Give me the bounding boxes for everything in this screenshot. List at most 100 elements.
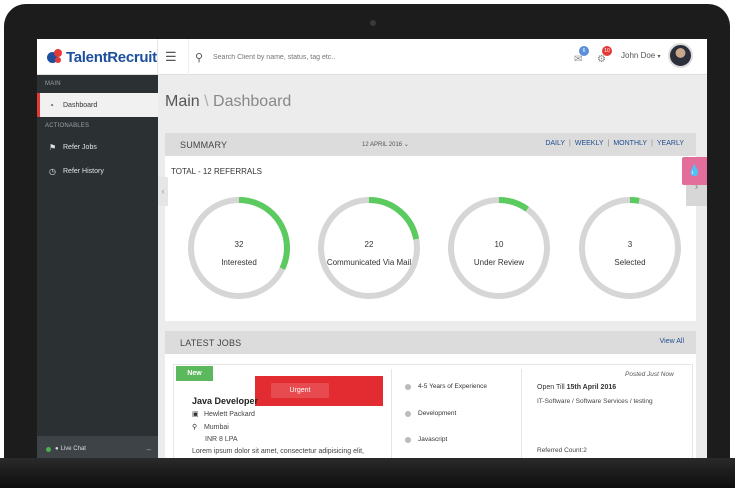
brand-name: TalentRecruit — [66, 48, 157, 66]
logo-icon — [47, 49, 63, 65]
divider — [521, 369, 522, 459]
job-salary: INR 8 LPA — [205, 436, 238, 443]
live-chat-label: Live Chat — [60, 446, 86, 452]
job-description: Lorem ipsum dolor sit amet, consectetur … — [192, 448, 364, 455]
stat-donut-communicated: 22 Communicated Via Mail — [316, 195, 422, 301]
user-icon: ● — [55, 446, 59, 452]
job-location: ⚲ Mumbai — [192, 423, 229, 431]
summary-header: SUMMARY 12 APRIL 2016 ⌄ DAILY | WEEKLY | MON… — [165, 133, 696, 156]
range-weekly[interactable]: WEEKLY — [575, 140, 604, 147]
open-till-date: 15th April 2016 — [566, 384, 617, 391]
stat-value: 22 — [364, 240, 374, 249]
sidebar-item-refer-jobs[interactable]: ⚑ Refer Jobs — [37, 135, 158, 159]
laptop-frame: TalentRecruit ☰ ⚲ ✉ 6 ⚙ 10 John Doe ▾ MA… — [4, 4, 730, 488]
app-screen: TalentRecruit ☰ ⚲ ✉ 6 ⚙ 10 John Doe ▾ MA… — [37, 39, 707, 462]
sidebar-section-actionables: ACTIONABLES — [45, 123, 90, 129]
carousel-prev-button[interactable]: ‹ — [158, 177, 168, 206]
page-title-main: Main — [165, 93, 200, 110]
summary-card: SUMMARY 12 APRIL 2016 ⌄ DAILY | WEEKLY | MON… — [165, 133, 696, 321]
date-selector[interactable]: 12 APRIL 2016 ⌄ — [362, 141, 409, 148]
dashboard-icon: ◔ — [49, 100, 54, 110]
brand-logo[interactable]: TalentRecruit — [37, 39, 158, 75]
main-content: Main \ Dashboard SUMMARY 12 APRIL 2016 ⌄… — [158, 75, 707, 462]
search-bar: ⚲ — [188, 39, 548, 75]
water-drop-icon[interactable]: 💧 — [682, 157, 707, 185]
user-name: John Doe — [621, 51, 656, 60]
range-yearly[interactable]: YEARLY — [657, 140, 684, 147]
sidebar: MAIN ◔ Dashboard ACTIONABLES ⚑ Refer Job… — [37, 75, 158, 462]
envelope-icon: ✉ — [574, 54, 583, 65]
page-title: Main \ Dashboard — [165, 93, 291, 111]
total-referrals: TOTAL - 12 REFERRALS — [171, 167, 262, 176]
bullet-icon — [405, 410, 411, 417]
referred-count: Referred Count:2 — [537, 447, 587, 454]
bullet-icon — [405, 436, 411, 443]
chevron-down-icon: ▾ — [657, 54, 661, 60]
stat-value: 3 — [627, 240, 633, 249]
latest-jobs-header: LATEST JOBS View All — [165, 331, 696, 354]
sidebar-item-refer-history[interactable]: ◷ Refer History — [37, 159, 158, 183]
view-all-link[interactable]: View All — [660, 338, 684, 345]
bullet-icon — [405, 383, 411, 390]
search-input[interactable] — [213, 53, 513, 61]
page-title-sub: Dashboard — [213, 93, 292, 110]
sidebar-item-label: Refer History — [63, 167, 104, 175]
laptop-base — [0, 458, 735, 488]
stat-label: Interested — [221, 258, 257, 267]
camera — [370, 20, 376, 26]
map-pin-icon: ⚲ — [192, 424, 198, 431]
open-till-label: Open Till — [537, 384, 567, 391]
flag-icon: ⚑ — [49, 142, 57, 152]
clock-icon: ◷ — [49, 166, 56, 176]
divider — [391, 369, 392, 459]
job-title[interactable]: Java Developer — [192, 396, 258, 406]
stat-donut-interested: 32 Interested — [186, 195, 292, 301]
requirement-item: 4-5 Years of Experience — [405, 383, 487, 390]
stat-label: Selected — [614, 258, 646, 267]
requirement-text: Development — [418, 410, 457, 417]
search-icon[interactable]: ⚲ — [195, 51, 207, 64]
latest-jobs-title: LATEST JOBS — [180, 337, 242, 348]
menu-icon[interactable]: ☰ — [165, 50, 179, 64]
requirement-item: Development — [405, 410, 456, 417]
posted-time: Posted Just Now — [625, 371, 674, 378]
briefcase-icon: ▣ — [192, 411, 199, 418]
range-selector: DAILY | WEEKLY | MONTHLY | YEARLY — [545, 140, 684, 147]
summary-title: SUMMARY — [180, 139, 228, 150]
date-value: 12 APRIL 2016 — [362, 142, 403, 148]
new-badge: New — [176, 366, 213, 381]
job-company: ▣ Hewlett Packard — [192, 410, 255, 418]
requirement-item: Javascript — [405, 436, 447, 443]
online-status-icon — [46, 446, 51, 452]
stat-label: Communicated Via Mail — [326, 258, 412, 267]
stat-label: Under Review — [473, 258, 525, 267]
notifications-button[interactable]: ⚙ 10 — [595, 46, 612, 66]
stat-donut-under-review: 10 Under Review — [446, 195, 552, 301]
avatar[interactable] — [668, 43, 693, 68]
stat-value: 32 — [234, 240, 244, 249]
urgent-banner: Urgent — [255, 376, 383, 406]
range-monthly[interactable]: MONTHLY — [613, 140, 647, 147]
notifications-badge: 10 — [602, 46, 612, 56]
company-name: Hewlett Packard — [203, 411, 255, 418]
messages-badge: 6 — [579, 46, 589, 56]
messages-button[interactable]: ✉ 6 — [572, 46, 589, 66]
open-till: Open Till 15th April 2016 — [537, 384, 616, 391]
job-category: IT-Software / Software Services / testin… — [537, 398, 653, 405]
requirement-text: Javascript — [418, 436, 448, 443]
chevron-down-icon: ⌄ — [403, 142, 409, 148]
sidebar-item-label: Refer Jobs — [63, 143, 97, 151]
urgent-button[interactable]: Urgent — [271, 383, 329, 398]
minimize-icon[interactable]: – — [147, 445, 151, 454]
user-menu[interactable]: John Doe ▾ — [621, 51, 661, 60]
latest-jobs-card: LATEST JOBS View All New Urgent Java Dev… — [165, 331, 696, 462]
top-bar: TalentRecruit ☰ ⚲ ✉ 6 ⚙ 10 John Doe ▾ — [37, 39, 707, 75]
page-title-separator: \ — [204, 93, 209, 110]
sidebar-section-main: MAIN — [45, 81, 61, 87]
requirement-text: 4-5 Years of Experience — [418, 383, 488, 390]
sidebar-item-label: Dashboard — [63, 101, 98, 109]
range-daily[interactable]: DAILY — [545, 140, 565, 147]
location-name: Mumbai — [203, 424, 229, 431]
stat-donut-selected: 3 Selected — [577, 195, 683, 301]
sidebar-item-dashboard[interactable]: ◔ Dashboard — [37, 93, 158, 117]
